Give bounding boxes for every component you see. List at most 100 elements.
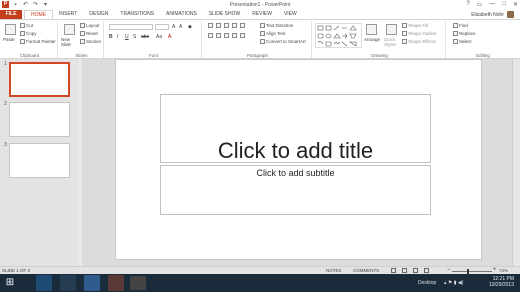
decrease-indent-icon[interactable] xyxy=(224,23,229,28)
tab-insert[interactable]: INSERT xyxy=(53,10,83,19)
windows-taskbar: ⊞ Desktop ▴ ⚑ ▮ ◀) 12:21 PM 10/29/2013 xyxy=(0,274,520,292)
normal-view-icon[interactable] xyxy=(391,268,396,273)
slide-sorter-icon[interactable] xyxy=(402,268,407,273)
align-text-button[interactable]: Align Text xyxy=(260,31,285,36)
close-button[interactable]: ✕ xyxy=(513,1,518,8)
outlook-icon[interactable] xyxy=(84,275,100,291)
slide-number: 2 xyxy=(4,101,7,107)
arrange-button[interactable]: Arrange xyxy=(364,37,380,42)
find-button[interactable]: Find xyxy=(453,23,468,28)
replace-button[interactable]: Replace xyxy=(453,31,476,36)
shapes-gallery[interactable] xyxy=(315,23,362,48)
tab-animations[interactable]: ANIMATIONS xyxy=(160,10,203,19)
slide-scrollbar[interactable] xyxy=(512,59,520,266)
shadow-button[interactable]: S xyxy=(133,34,136,40)
section-button[interactable]: Section xyxy=(80,39,101,44)
internet-explorer-icon[interactable] xyxy=(36,275,52,291)
font-family-select[interactable] xyxy=(109,24,153,30)
align-left-icon[interactable] xyxy=(208,33,213,38)
tab-transitions[interactable]: TRANSITIONS xyxy=(114,10,160,19)
paste-button[interactable]: Paste xyxy=(3,37,15,42)
slide-thumbnail[interactable] xyxy=(9,143,70,178)
text-direction-button[interactable]: Text Direction xyxy=(260,23,293,28)
slide-editor: Click to add title Click to add subtitle xyxy=(82,59,512,266)
reset-button[interactable]: Reset xyxy=(80,31,98,36)
desktop-app-icon[interactable] xyxy=(130,276,146,290)
font-size-select[interactable] xyxy=(155,24,169,30)
slide-number: 3 xyxy=(4,142,7,148)
convert-smartart-button[interactable]: Convert to SmartArt xyxy=(260,39,306,44)
editing-label: Editing xyxy=(476,53,490,58)
tab-design[interactable]: DESIGN xyxy=(83,10,114,19)
slide-canvas[interactable]: Click to add title Click to add subtitle xyxy=(115,59,482,260)
quick-styles-button[interactable]: Quick Styles xyxy=(384,37,400,47)
file-explorer-icon[interactable] xyxy=(60,275,76,291)
copy-button[interactable]: Copy xyxy=(20,31,37,36)
layout-button[interactable]: Layout xyxy=(80,23,100,28)
paste-icon[interactable] xyxy=(5,24,16,35)
shape-effects-label: Shape Effects xyxy=(408,39,436,44)
maximize-button[interactable]: □ xyxy=(502,1,506,8)
slideshow-icon[interactable] xyxy=(424,268,429,273)
shape-effects-button[interactable]: Shape Effects xyxy=(402,39,436,44)
strikethrough-button[interactable]: abc xyxy=(141,34,149,40)
clock[interactable]: 12:21 PM 10/29/2013 xyxy=(489,276,514,288)
slide-number: 1 xyxy=(4,61,7,67)
bold-button[interactable]: B xyxy=(109,34,113,40)
quick-styles-icon[interactable] xyxy=(386,24,397,35)
slide-thumbnail[interactable] xyxy=(9,102,70,137)
grow-font-icon[interactable]: A xyxy=(172,24,175,30)
help-icon[interactable]: ? xyxy=(466,1,469,8)
zoom-level[interactable]: 74% xyxy=(499,268,508,273)
tab-view[interactable]: VIEW xyxy=(278,10,303,19)
layout-icon xyxy=(80,23,85,28)
font-color-button[interactable]: A xyxy=(168,34,171,40)
new-slide-icon[interactable] xyxy=(64,24,75,35)
align-center-icon[interactable] xyxy=(216,33,221,38)
reading-view-icon[interactable] xyxy=(413,268,418,273)
tab-review[interactable]: REVIEW xyxy=(246,10,278,19)
start-button[interactable]: ⊞ xyxy=(2,275,18,291)
ribbon-display-icon[interactable]: ▭ xyxy=(477,1,483,8)
italic-button[interactable]: I xyxy=(117,34,118,40)
underline-button[interactable]: U xyxy=(125,34,129,40)
desktop-toolbar[interactable]: Desktop xyxy=(418,280,436,286)
ribbon: Paste Cut Copy Format Painter Clipboard … xyxy=(0,19,520,59)
justify-icon[interactable] xyxy=(232,33,237,38)
cut-button[interactable]: Cut xyxy=(20,23,33,28)
align-right-icon[interactable] xyxy=(224,33,229,38)
arrange-icon[interactable] xyxy=(366,24,377,35)
numbering-icon[interactable] xyxy=(216,23,221,28)
tab-slide-show[interactable]: SLIDE SHOW xyxy=(203,10,246,19)
notes-button[interactable]: NOTES xyxy=(326,268,342,273)
user-account[interactable]: Elizabeth Nohr xyxy=(471,11,514,18)
bullets-icon[interactable] xyxy=(208,23,213,28)
tab-file[interactable]: FILE xyxy=(0,10,22,19)
increase-indent-icon[interactable] xyxy=(232,23,237,28)
powerpoint-taskbar-icon[interactable] xyxy=(108,275,124,291)
format-painter-button[interactable]: Format Painter xyxy=(20,39,56,44)
copy-icon xyxy=(20,31,25,36)
line-spacing-icon[interactable] xyxy=(240,23,245,28)
tab-home[interactable]: HOME xyxy=(24,10,53,19)
shape-fill-button[interactable]: Shape Fill xyxy=(402,23,428,28)
title-placeholder[interactable]: Click to add title xyxy=(160,94,431,163)
slide-thumbnail[interactable] xyxy=(9,62,70,97)
zoom-slider[interactable] xyxy=(452,271,492,272)
columns-icon[interactable] xyxy=(240,33,245,38)
subtitle-placeholder[interactable]: Click to add subtitle xyxy=(160,165,431,215)
change-case-button[interactable]: Aa xyxy=(156,34,162,40)
fill-icon xyxy=(402,23,407,28)
editing-group: Find Replace Select Editing xyxy=(448,21,518,58)
new-slide-button[interactable]: New Slide xyxy=(61,37,81,47)
clear-formatting-icon[interactable]: ◆ xyxy=(188,24,192,30)
zoom-out-button[interactable]: − xyxy=(447,267,451,273)
shrink-font-icon[interactable]: A xyxy=(179,24,182,30)
reset-icon xyxy=(80,31,85,36)
zoom-in-button[interactable]: + xyxy=(493,267,497,273)
shape-outline-button[interactable]: Shape Outline xyxy=(402,31,437,36)
minimize-button[interactable]: — xyxy=(489,1,495,8)
system-tray[interactable]: ▴ ⚑ ▮ ◀) xyxy=(444,280,463,286)
comments-button[interactable]: COMMENTS xyxy=(353,268,379,273)
select-button[interactable]: Select xyxy=(453,39,472,44)
